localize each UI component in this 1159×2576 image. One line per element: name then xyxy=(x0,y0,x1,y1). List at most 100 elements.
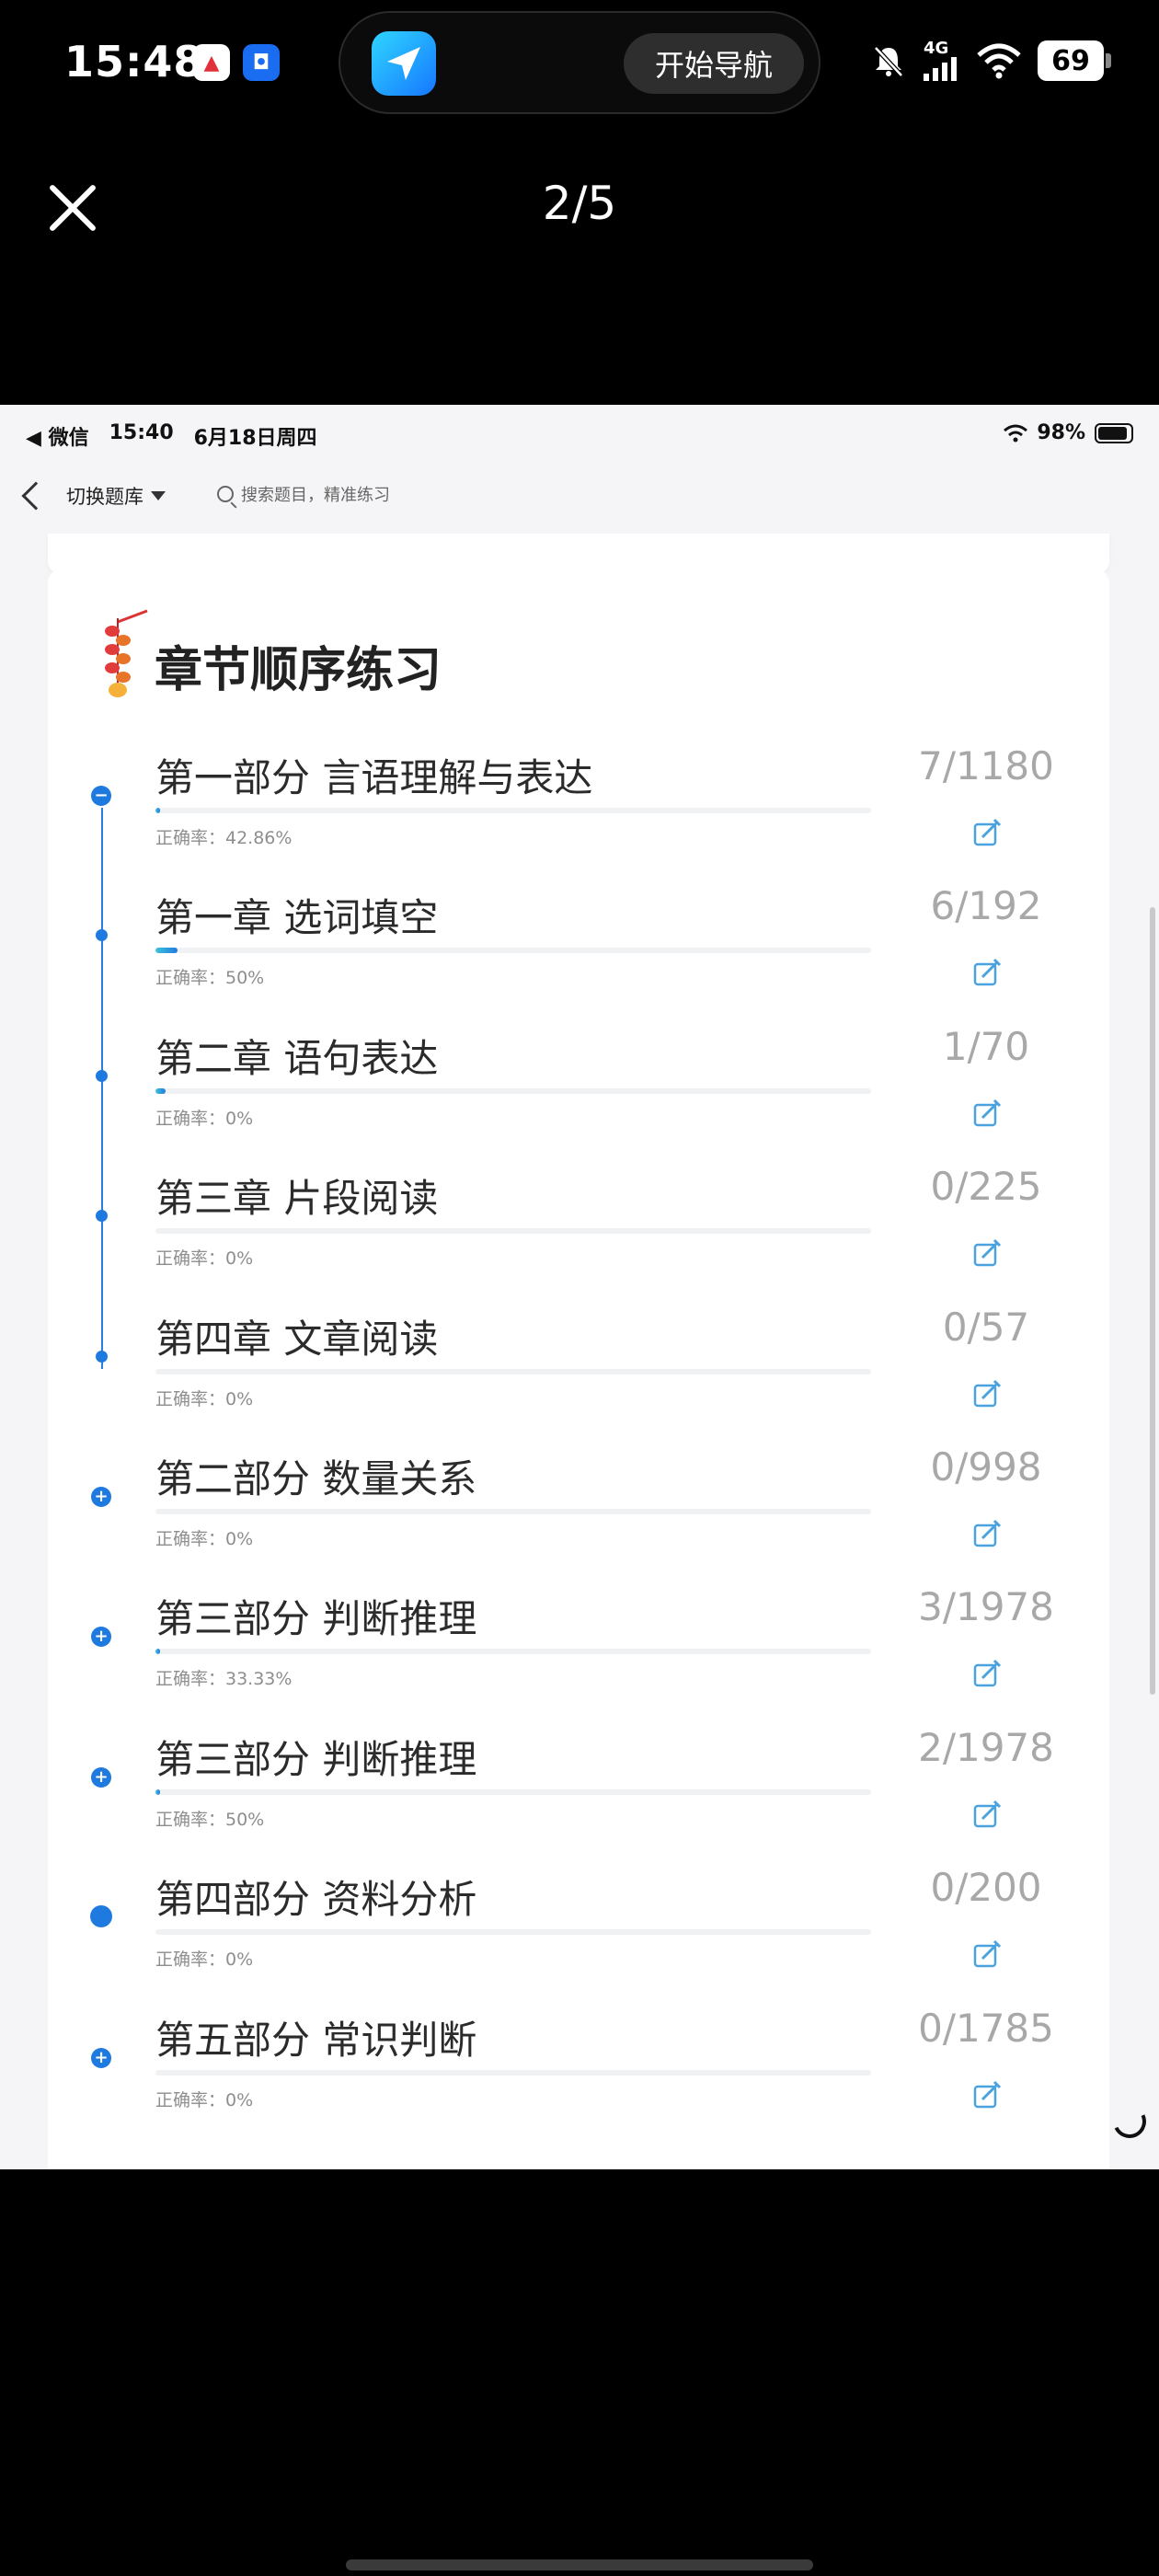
progress-bar xyxy=(155,1368,871,1374)
battery-icon: 69 xyxy=(1038,40,1111,81)
question-count: 0/225 xyxy=(930,1164,1042,1210)
network-type-label: 4G xyxy=(924,39,949,58)
question-count: 1/70 xyxy=(942,1023,1030,1069)
edit-icon[interactable] xyxy=(968,2077,1004,2114)
phone-status-bar: 15:48 ▲ ◘ 开始导航 4G 69 xyxy=(0,0,1159,129)
timeline-dot-icon xyxy=(96,929,108,942)
edit-icon[interactable] xyxy=(968,815,1004,852)
back-to-wechat-label: ◀ 微信 xyxy=(26,427,89,450)
chapter-row[interactable]: + 第五部分 常识判断 正确率：0% 0/1785 xyxy=(48,1998,1109,2138)
start-navigation-button[interactable]: 开始导航 xyxy=(624,33,804,94)
accuracy-label: 正确率：50% xyxy=(155,1809,265,1830)
screenshot-clock: 15:40 xyxy=(109,421,174,444)
system-status-icons: 4G 69 xyxy=(870,37,1111,85)
question-count: 2/1978 xyxy=(918,1724,1054,1770)
edit-icon[interactable] xyxy=(968,1516,1004,1553)
progress-bar xyxy=(155,1509,871,1514)
edit-icon[interactable] xyxy=(968,1937,1004,1973)
screenshot-nav-bar: 切换题库 搜索题目，精准练习 xyxy=(0,464,1159,537)
question-count: 7/1180 xyxy=(918,743,1054,788)
expand-icon[interactable]: + xyxy=(91,1766,111,1788)
question-count: 0/200 xyxy=(930,1865,1042,1911)
progress-bar xyxy=(155,1087,871,1094)
edit-icon[interactable] xyxy=(968,1656,1004,1693)
chapter-row[interactable]: 第四部分 资料分析正确率：0% 0/200 xyxy=(48,1857,1109,1997)
chapter-name[interactable]: 第五部分 常识判断 xyxy=(155,2009,476,2065)
chapter-row[interactable]: + 第三部分 判断推理正确率：33.33% 3/1978 xyxy=(48,1577,1109,1717)
loading-spinner-icon xyxy=(1107,2099,1152,2144)
app-red-icon: ▲ xyxy=(193,44,230,81)
chapter-name[interactable]: 第一章 选词填空 xyxy=(155,887,438,943)
chapter-row[interactable]: 第二章 语句表达 正确率：0% 1/70 xyxy=(48,1017,1109,1156)
timeline-dot-icon xyxy=(96,1210,108,1223)
chapter-name[interactable]: 第三部分 判断推理 xyxy=(155,1729,476,1785)
screenshot-image: ◀ 微信 15:40 6月18日周四 98% 切换题库 搜索题目，精准练习 章节… xyxy=(0,405,1159,2169)
expand-icon[interactable]: + xyxy=(91,1487,111,1507)
progress-bar xyxy=(155,948,871,954)
wifi-icon xyxy=(977,43,1021,79)
edit-icon[interactable] xyxy=(968,1376,1004,1413)
timeline-dot-icon xyxy=(96,1350,108,1363)
timeline-dot-icon xyxy=(90,1905,112,1928)
switch-bank-dropdown[interactable]: 切换题库 xyxy=(66,482,166,510)
page-indicator: 2/5 xyxy=(542,177,617,230)
chapter-row[interactable]: + 第二部分 数量关系正确率：0% 0/998 xyxy=(48,1437,1109,1577)
chapter-name[interactable]: 第四部分 资料分析 xyxy=(155,1869,476,1925)
chapter-name[interactable]: 第三章 片段阅读 xyxy=(155,1167,438,1224)
accuracy-label: 正确率：0% xyxy=(155,1248,254,1270)
collapse-icon[interactable]: − xyxy=(91,786,111,806)
chapter-row[interactable]: + 第三部分 判断推理正确率：50% 2/1978 xyxy=(48,1718,1109,1857)
question-count: 6/192 xyxy=(930,883,1042,929)
dynamic-island[interactable]: 开始导航 xyxy=(339,11,820,114)
chapter-name[interactable]: 第二章 语句表达 xyxy=(155,1028,438,1084)
progress-bar xyxy=(155,2069,871,2076)
chapter-row[interactable]: 第三章 片段阅读正确率：0% 0/225 xyxy=(48,1156,1109,1296)
chapter-name[interactable]: 第二部分 数量关系 xyxy=(155,1448,476,1504)
expand-icon[interactable]: + xyxy=(91,1627,111,1648)
map-navigation-icon[interactable] xyxy=(372,31,436,96)
section-title: 章节顺序练习 xyxy=(155,643,442,698)
edit-icon[interactable] xyxy=(968,1797,1004,1834)
expand-icon[interactable]: + xyxy=(91,2047,111,2068)
search-placeholder: 搜索题目，精准练习 xyxy=(241,486,390,505)
progress-fill xyxy=(155,1649,160,1655)
firecracker-icon xyxy=(105,609,148,697)
screenshot-battery-percent: 98% xyxy=(1037,421,1085,444)
progress-fill xyxy=(155,1788,160,1795)
edit-icon[interactable] xyxy=(968,955,1004,992)
screenshot-date: 6月18日周四 xyxy=(193,427,317,450)
caret-down-icon xyxy=(151,491,166,500)
question-count: 3/1978 xyxy=(918,1584,1054,1630)
bell-muted-icon xyxy=(874,46,903,77)
progress-bar xyxy=(155,1649,871,1655)
signal-icon xyxy=(924,57,957,81)
progress-fill xyxy=(155,808,160,813)
chapter-row[interactable]: − 第一部分 言语理解与表达 正确率：42.86% 7/1180 xyxy=(48,736,1109,876)
accuracy-label: 正确率：50% xyxy=(155,968,265,989)
accuracy-label: 正确率：0% xyxy=(155,1529,254,1549)
chapter-row[interactable]: 第一章 选词填空正确率：50% 6/192 xyxy=(48,876,1109,1016)
question-count: 0/1785 xyxy=(918,2005,1054,2051)
scrollbar[interactable] xyxy=(1150,907,1155,1695)
chapter-name[interactable]: 第一部分 言语理解与表达 xyxy=(155,747,592,803)
progress-bar xyxy=(155,808,871,813)
back-chevron-icon[interactable] xyxy=(21,481,51,511)
chapter-row[interactable]: 第四章 文章阅读 正确率：0% 0/57 xyxy=(48,1297,1109,1437)
progress-fill xyxy=(155,1087,166,1094)
chapter-name[interactable]: 第三部分 判断推理 xyxy=(155,1588,476,1644)
home-indicator[interactable] xyxy=(346,2559,813,2570)
screenshot-status-bar: ◀ 微信 15:40 6月18日周四 98% xyxy=(0,405,1159,464)
edit-icon[interactable] xyxy=(968,1236,1004,1272)
progress-bar xyxy=(155,1929,871,1936)
edit-icon[interactable] xyxy=(968,1096,1004,1133)
accuracy-label: 正确率：0% xyxy=(155,1949,254,1971)
app-blue-shield-icon: ◘ xyxy=(243,44,280,81)
question-count: 0/998 xyxy=(930,1444,1042,1489)
timeline-dot-icon xyxy=(96,1069,108,1082)
progress-bar xyxy=(155,1788,871,1795)
chapter-name[interactable]: 第四章 文章阅读 xyxy=(155,1308,438,1364)
accuracy-label: 正确率：33.33% xyxy=(155,1669,293,1690)
screenshot-wifi-icon xyxy=(1004,424,1028,442)
search-box[interactable]: 搜索题目，精准练习 xyxy=(217,482,390,506)
progress-fill xyxy=(155,948,178,954)
